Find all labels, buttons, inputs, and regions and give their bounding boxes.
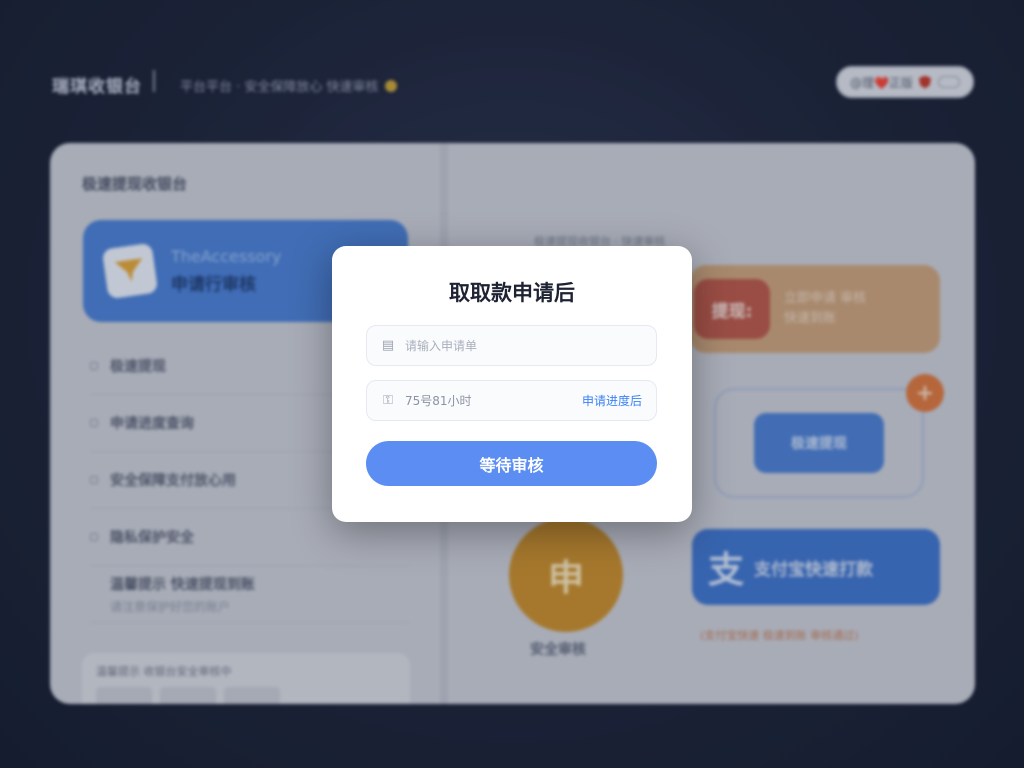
dialog-title: 取取款申请后 [449,281,575,305]
lock-icon: ⚿ [383,393,393,408]
application-number-field[interactable]: ▤ 请输入申请单 [366,325,657,366]
progress-link[interactable]: 申请进度后 [582,392,642,409]
app-stage: 瑞琪收银台 平台平台 · 安全保障放心 快速审核 @理❤️正版 极速提现收银台 … [0,0,1024,768]
verification-field[interactable]: ⚿ 75号81小时 申请进度后 [366,380,657,421]
application-number-placeholder: 请输入申请单 [405,339,478,353]
verification-value: 75号81小时 [405,394,472,408]
await-review-button[interactable]: 等待审核 [366,441,657,486]
document-icon: ▤ [381,338,395,353]
withdraw-dialog: 取取款申请后 ▤ 请输入申请单 ⚿ 75号81小时 申请进度后 等待审核 [332,246,692,522]
